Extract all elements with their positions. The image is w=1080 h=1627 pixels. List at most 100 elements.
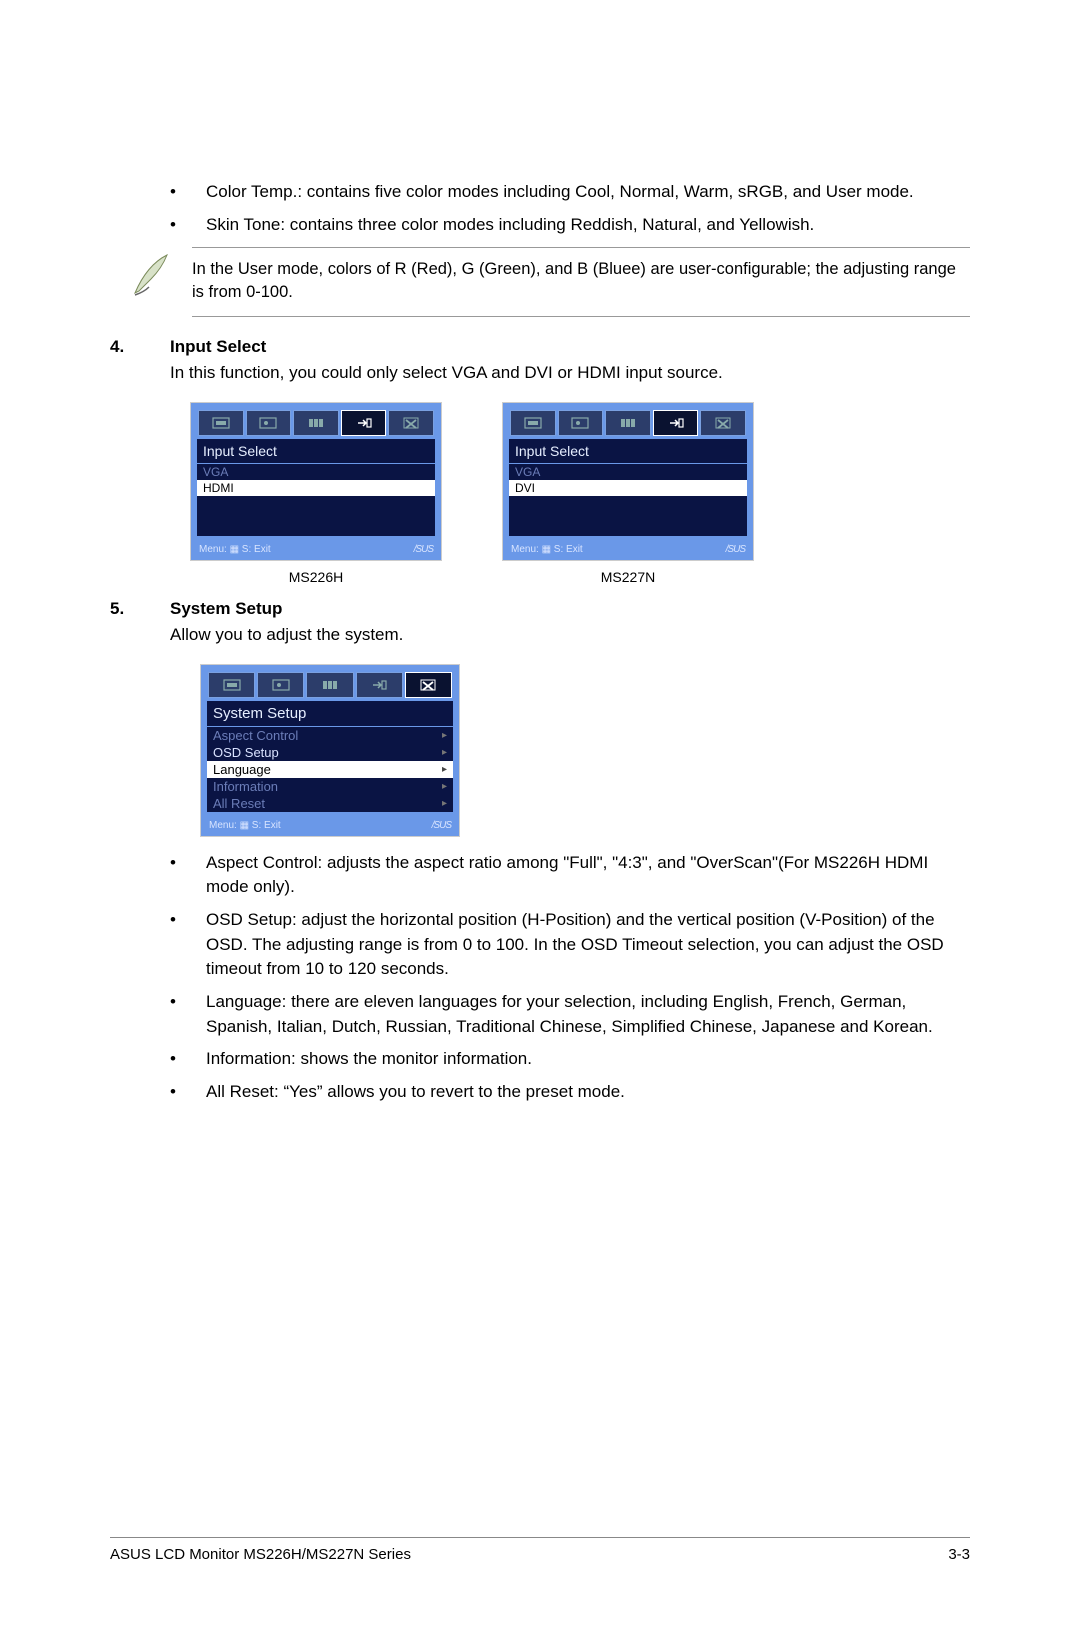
osd-footer-brand: /SUS [414,544,433,555]
osd-panel: System Setup Aspect Control ▸ OSD Setup ▸ … [200,664,460,837]
bullet-text: All Reset: “Yes” allows you to revert to… [206,1080,970,1105]
note-text: In the User mode, colors of R (Red), G (… [192,247,970,317]
osd-tab-input-icon [653,410,699,436]
osd-item-label: DVI [515,481,535,495]
osd-item: VGA [197,464,435,480]
bullet-glyph: • [170,213,206,238]
osd-item: Aspect Control ▸ [207,727,453,744]
chevron-right-icon: ▸ [442,798,447,809]
quill-icon [110,247,192,299]
bullet-glyph: • [170,1080,206,1105]
osd-item-label: Language [213,762,271,777]
section-desc: In this function, you could only select … [170,361,970,386]
osd-footer: Menu: ▦ S: Exit /SUS [205,816,455,832]
osd-tab-image-icon [558,410,604,436]
osd-item: VGA [509,464,747,480]
osd-row-input-select: Input Select VGA HDMI Menu: ▦ S: Exit /S… [190,402,970,585]
osd-body: VGA HDMI [197,464,435,536]
osd-tab-color-icon [605,410,651,436]
bullet-glyph: • [170,180,206,205]
chevron-right-icon: ▸ [442,730,447,741]
osd-tabs [195,407,437,438]
osd-item-label: OSD Setup [213,745,279,760]
osd-footer: Menu: ▦ S: Exit /SUS [507,540,749,556]
osd-item-label: Information [213,779,278,794]
osd-row-system-setup: System Setup Aspect Control ▸ OSD Setup ▸ … [200,664,970,837]
section-heading-4: 4. Input Select [110,337,970,357]
osd-item-label: VGA [203,465,228,479]
section-title: System Setup [170,599,282,619]
manual-page: • Color Temp.: contains five color modes… [0,0,1080,1627]
bullet-text: Information: shows the monitor informati… [206,1047,970,1072]
page-number: 3-3 [948,1546,970,1563]
section-heading-5: 5. System Setup [110,599,970,619]
osd-tabs [205,669,455,700]
osd-item: DVI [509,480,747,496]
osd-item-label: HDMI [203,481,234,495]
osd-footer-brand: /SUS [726,544,745,555]
osd-footer: Menu: ▦ S: Exit /SUS [195,540,437,556]
chevron-right-icon: ▸ [442,764,447,775]
osd-caption: MS227N [601,569,655,585]
footer-title: ASUS LCD Monitor MS226H/MS227N Series [110,1546,411,1563]
osd-item-label: All Reset [213,796,265,811]
osd-footer-left: Menu: ▦ S: Exit [209,820,281,831]
osd-panel: Input Select VGA HDMI Menu: ▦ S: Exit /S… [190,402,442,561]
top-bullet-list: • Color Temp.: contains five color modes… [170,180,970,237]
osd-body: Aspect Control ▸ OSD Setup ▸ Language ▸ Inf… [207,727,453,812]
osd-col-ms227n: Input Select VGA DVI Menu: ▦ S: Exit /SU… [502,402,754,585]
osd-item: HDMI [197,480,435,496]
osd-tabs [507,407,749,438]
bullet-text: Language: there are eleven languages for… [206,990,970,1039]
osd-title: Input Select [197,439,435,463]
osd-item-label: VGA [515,465,540,479]
osd-tab-system-icon [405,672,452,698]
osd-footer-left: Menu: ▦ S: Exit [511,544,583,555]
osd-footer-brand: /SUS [432,820,451,831]
list-item: • Skin Tone: contains three color modes … [170,213,970,238]
section-title: Input Select [170,337,266,357]
osd-title: Input Select [509,439,747,463]
osd-tab-splendid-icon [510,410,556,436]
page-footer: ASUS LCD Monitor MS226H/MS227N Series 3-… [110,1537,970,1563]
section-number: 4. [110,337,170,357]
osd-item: OSD Setup ▸ [207,744,453,761]
osd-tab-splendid-icon [198,410,244,436]
list-item: • Information: shows the monitor informa… [170,1047,970,1072]
osd-tab-splendid-icon [208,672,255,698]
osd-body: VGA DVI [509,464,747,536]
osd-title: System Setup [207,701,453,726]
osd-tab-image-icon [257,672,304,698]
bullet-glyph: • [170,990,206,1039]
osd-panel: Input Select VGA DVI Menu: ▦ S: Exit /SU… [502,402,754,561]
bullet-glyph: • [170,908,206,982]
osd-caption: MS226H [289,569,343,585]
section-number: 5. [110,599,170,619]
osd-tab-input-icon [341,410,387,436]
osd-item: Language ▸ [207,761,453,778]
bullet-text: Color Temp.: contains five color modes i… [206,180,970,205]
osd-footer-left: Menu: ▦ S: Exit [199,544,271,555]
list-item: • All Reset: “Yes” allows you to revert … [170,1080,970,1105]
bullet-glyph: • [170,1047,206,1072]
chevron-right-icon: ▸ [442,747,447,758]
osd-item-label: Aspect Control [213,728,298,743]
bottom-bullet-list: • Aspect Control: adjusts the aspect rat… [170,851,970,1105]
osd-tab-input-icon [356,672,403,698]
bullet-glyph: • [170,851,206,900]
note-block: In the User mode, colors of R (Red), G (… [110,247,970,317]
list-item: • OSD Setup: adjust the horizontal posit… [170,908,970,982]
section-desc: Allow you to adjust the system. [170,623,970,648]
osd-tab-system-icon [700,410,746,436]
osd-tab-image-icon [246,410,292,436]
osd-col-ms226h: Input Select VGA HDMI Menu: ▦ S: Exit /S… [190,402,442,585]
list-item: • Color Temp.: contains five color modes… [170,180,970,205]
osd-tab-color-icon [306,672,353,698]
osd-tab-color-icon [293,410,339,436]
chevron-right-icon: ▸ [442,781,447,792]
osd-item: Information ▸ [207,778,453,795]
list-item: • Language: there are eleven languages f… [170,990,970,1039]
osd-tab-system-icon [388,410,434,436]
osd-item: All Reset ▸ [207,795,453,812]
bullet-text: Skin Tone: contains three color modes in… [206,213,970,238]
